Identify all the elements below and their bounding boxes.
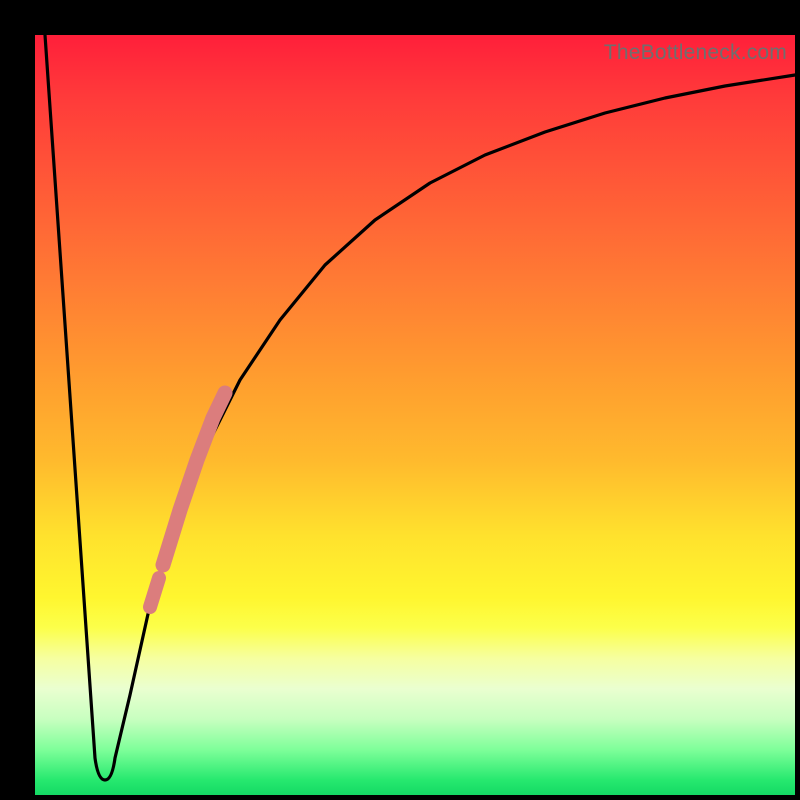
highlight-segment [163, 393, 225, 565]
highlight-blob [150, 578, 159, 607]
plot-area: TheBottleneck.com [35, 35, 795, 795]
chart-frame: TheBottleneck.com [0, 0, 800, 800]
bottleneck-curve [45, 35, 795, 780]
curve-svg [35, 35, 795, 795]
